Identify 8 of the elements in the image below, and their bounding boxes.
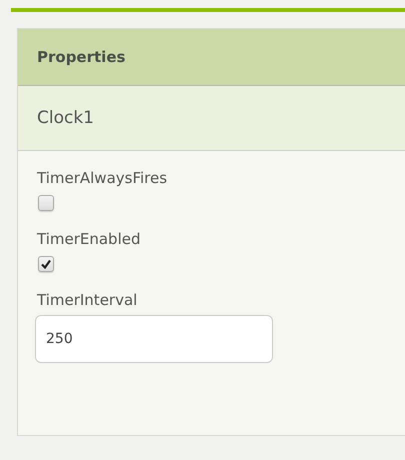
panel-title: Properties <box>18 29 405 86</box>
checkbox[interactable] <box>38 256 54 272</box>
property-label: TimerEnabled <box>37 230 140 248</box>
property-label: TimerInterval <box>37 291 138 309</box>
component-name: Clock1 <box>18 86 405 151</box>
checkbox[interactable] <box>38 195 54 211</box>
input-field[interactable]: 250 <box>35 315 273 363</box>
property-label: TimerAlwaysFires <box>37 169 168 187</box>
